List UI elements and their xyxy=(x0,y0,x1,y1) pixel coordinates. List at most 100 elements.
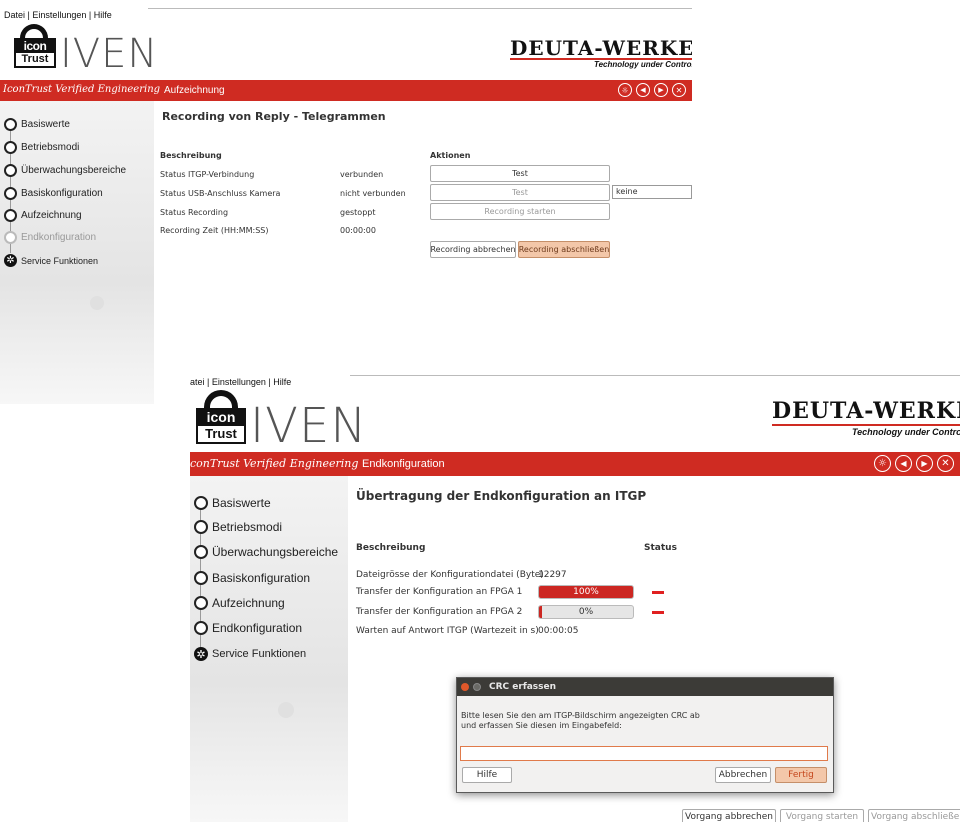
sidebar-item-endkonfiguration[interactable]: Endkonfiguration xyxy=(4,231,96,244)
sidebar-item-ueberwachungsbereiche[interactable]: Überwachungsbereiche xyxy=(4,164,126,177)
sidebar-item-endkonfiguration[interactable]: Endkonfiguration xyxy=(194,621,302,635)
sidebar-item-label: Endkonfiguration xyxy=(212,621,303,635)
section-bar: conTrust Verified Engineering Endkonfigu… xyxy=(190,452,960,476)
sidebar-item-label: Aufzeichnung xyxy=(21,210,82,221)
sidebar-item-label: Service Funktionen xyxy=(21,255,99,266)
close-icon[interactable] xyxy=(461,683,469,691)
deuta-name: DEUTA-WERKE xyxy=(772,398,960,424)
forward-icon[interactable]: ▶ xyxy=(654,83,668,97)
radio-filled-icon xyxy=(4,141,17,154)
forward-icon[interactable]: ▶ xyxy=(916,455,933,472)
sidebar-item-service-funktionen[interactable]: ✲ Service Funktionen xyxy=(4,254,98,267)
sidebar-item-ueberwachungsbereiche[interactable]: Überwachungsbereiche xyxy=(194,545,338,559)
row-label: Status ITGP-Verbindung xyxy=(160,170,255,179)
row-value: verbunden xyxy=(340,170,384,179)
sidebar-item-label: Service Funktionen xyxy=(212,648,307,660)
row-label: Dateigrösse der Konfigurationdatei (Byte… xyxy=(356,570,544,580)
row-label: Transfer der Konfiguration an FPGA 2 xyxy=(356,607,523,617)
back-icon[interactable]: ◀ xyxy=(636,83,650,97)
recording-abort-button[interactable]: Recording abbrechen xyxy=(430,241,516,258)
sidebar: Basiswerte Betriebsmodi Überwachungsbere… xyxy=(190,476,348,822)
deuta-name: DEUTA-WERKE xyxy=(510,36,692,60)
status-dash-icon xyxy=(652,611,664,614)
tagline: conTrust Verified Engineering xyxy=(190,457,359,470)
sidebar-item-aufzeichnung[interactable]: Aufzeichnung xyxy=(194,596,285,610)
column-header-description: Beschreibung xyxy=(356,543,426,553)
sidebar-item-basiswerte[interactable]: Basiswerte xyxy=(194,496,271,510)
settings-icon[interactable]: ☼ xyxy=(618,83,632,97)
dialog-title: CRC erfassen xyxy=(489,682,557,692)
gear-icon: ✲ xyxy=(194,647,208,661)
logo-trust-text: Trust xyxy=(198,426,244,442)
sidebar: Basiswerte Betriebsmodi Überwachungsbere… xyxy=(0,101,154,404)
sidebar-item-label: Basiswerte xyxy=(21,119,70,130)
fpga2-progress-bar: 0% xyxy=(538,605,634,619)
vorgang-abbrechen-button[interactable]: Vorgang abbrechen xyxy=(682,809,776,822)
row-value: 00:00:05 xyxy=(538,626,579,636)
icontrust-logo: ICON Trust IVEN xyxy=(196,390,366,456)
sidebar-item-aufzeichnung[interactable]: Aufzeichnung xyxy=(4,209,82,222)
tagline: IconTrust Verified Engineering xyxy=(3,84,161,95)
sidebar-item-label: Basiswerte xyxy=(212,496,271,510)
deuta-subtitle: Technology under Control xyxy=(594,60,692,69)
back-icon[interactable]: ◀ xyxy=(895,455,912,472)
sidebar-item-service-funktionen[interactable]: ✲ Service Funktionen xyxy=(194,647,306,661)
progress-text: 100% xyxy=(573,587,599,597)
recording-start-button[interactable]: Recording starten xyxy=(430,203,610,220)
sidebar-item-basiswerte[interactable]: Basiswerte xyxy=(4,118,70,131)
sidebar-item-label: Überwachungsbereiche xyxy=(212,545,339,559)
sidebar-item-basiskonfiguration[interactable]: Basiskonfiguration xyxy=(194,571,310,585)
test-itgp-button[interactable]: Test xyxy=(430,165,610,182)
camera-select[interactable]: keine xyxy=(612,185,692,199)
sidebar-decoration xyxy=(278,702,294,718)
sidebar-item-label: Betriebsmodi xyxy=(212,520,283,534)
row-label: Warten auf Antwort ITGP (Wartezeit in s) xyxy=(356,626,539,636)
menu-bar[interactable]: Datei | Einstellungen | Hilfe xyxy=(4,10,112,20)
page-title: Übertragung der Endkonfiguration an ITGP xyxy=(356,489,647,503)
radio-filled-icon xyxy=(194,621,208,635)
deuta-logo: DEUTA-WERKE xyxy=(772,398,960,424)
recording-finish-button[interactable]: Recording abschließen xyxy=(518,241,610,258)
settings-icon[interactable]: ☼ xyxy=(874,455,891,472)
close-icon[interactable]: ✕ xyxy=(672,83,686,97)
crc-input[interactable] xyxy=(460,746,828,761)
radio-filled-icon xyxy=(194,596,208,610)
sidebar-item-betriebsmodi[interactable]: Betriebsmodi xyxy=(194,520,282,534)
product-name: IVEN xyxy=(250,398,368,454)
vorgang-starten-button[interactable]: Vorgang starten xyxy=(780,809,864,822)
header-divider xyxy=(350,375,960,376)
radio-filled-icon xyxy=(4,209,17,222)
sidebar-item-label: Basiskonfiguration xyxy=(212,571,311,585)
nav-buttons: ☼ ◀ ▶ ✕ xyxy=(618,83,686,97)
header-divider xyxy=(148,8,692,9)
progress-text: 0% xyxy=(578,607,594,617)
section-bar: IconTrust Verified Engineering Aufzeichn… xyxy=(0,80,692,101)
help-button[interactable]: Hilfe xyxy=(462,767,512,783)
radio-filled-icon xyxy=(4,118,17,131)
row-label: Status USB-Anschluss Kamera xyxy=(160,189,281,198)
close-icon[interactable]: ✕ xyxy=(937,455,954,472)
dialog-cancel-button[interactable]: Abbrechen xyxy=(715,767,771,783)
padlock-icon xyxy=(204,390,238,410)
sidebar-item-basiskonfiguration[interactable]: Basiskonfiguration xyxy=(4,187,103,200)
dialog-message-line2: und erfassen Sie diesen im Eingabefeld: xyxy=(461,721,622,730)
dialog-done-button[interactable]: Fertig xyxy=(775,767,827,783)
sidebar-item-label: Basiskonfiguration xyxy=(21,188,103,199)
column-header-description: Beschreibung xyxy=(160,151,222,160)
page-title: Recording von Reply - Telegrammen xyxy=(162,110,386,123)
sidebar-decoration xyxy=(90,296,104,310)
vorgang-abschliessen-button[interactable]: Vorgang abschließen xyxy=(868,809,960,822)
test-camera-button[interactable]: Test xyxy=(430,184,610,201)
sidebar-item-label: Aufzeichnung xyxy=(212,596,285,610)
row-value: gestoppt xyxy=(340,208,376,217)
sidebar-item-betriebsmodi[interactable]: Betriebsmodi xyxy=(4,141,79,154)
row-label: Recording Zeit (HH:MM:SS) xyxy=(160,226,269,235)
deuta-underline xyxy=(772,424,960,426)
product-name: IVEN xyxy=(60,31,159,77)
logo-icon-box: ICON Trust xyxy=(14,38,56,68)
sidebar-item-label: Überwachungsbereiche xyxy=(21,165,127,176)
sidebar-item-label: Endkonfiguration xyxy=(21,232,97,243)
minimize-icon[interactable] xyxy=(473,683,481,691)
menu-bar[interactable]: atei | Einstellungen | Hilfe xyxy=(190,377,291,387)
dialog-titlebar: CRC erfassen xyxy=(457,678,833,696)
